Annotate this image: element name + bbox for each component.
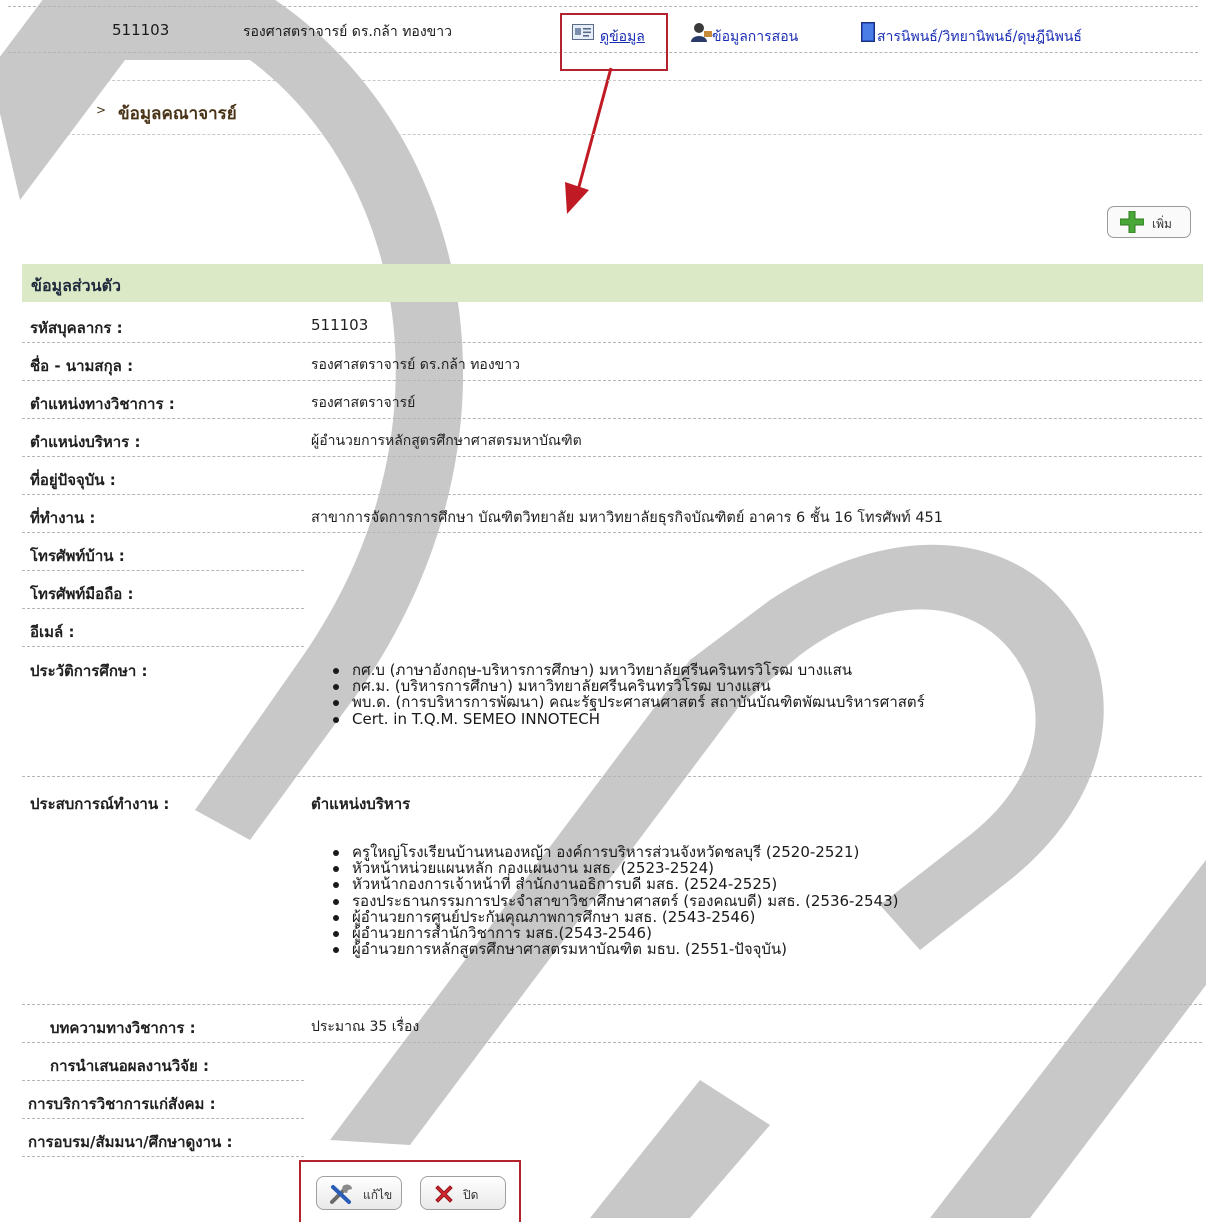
personal-info-header: ข้อมูลส่วนตัว — [22, 264, 1203, 302]
pointer-arrow — [565, 67, 613, 214]
staff-id-cell: 511103 — [112, 21, 170, 39]
list-item: Cert. in T.Q.M. SEMEO INNOTECH — [330, 710, 925, 727]
thesis-link[interactable]: สารนิพนธ์/วิทยานิพนธ์/ดุษฎีนิพนธ์ — [877, 26, 1082, 48]
teaching-info-link[interactable]: ข้อมูลการสอน — [712, 26, 798, 48]
personal-info-title: ข้อมูลส่วนตัว — [31, 276, 121, 295]
field-label: ประสบการณ์ทำงาน : — [30, 795, 170, 813]
list-item: กศ.ม. (บริหารการศึกษา) มหาวิทยาลัยศรีนคร… — [330, 678, 925, 694]
field-value: รองศาสตราจารย์ ดร.กล้า ทองขาว — [311, 357, 520, 373]
field-value: รองศาสตราจารย์ — [311, 395, 416, 411]
field-label: ชื่อ - นามสกุล : — [30, 357, 134, 375]
education-list: กศ.บ (ภาษาอังกฤษ-บริหารการศึกษา) มหาวิทย… — [330, 662, 925, 727]
staff-name-cell: รองศาสตราจารย์ ดร.กล้า ทองขาว — [243, 24, 452, 40]
field-label: การบริการวิชาการแก่สังคม : — [28, 1095, 216, 1113]
list-item: กศ.บ (ภาษาอังกฤษ-บริหารการศึกษา) มหาวิทย… — [330, 662, 925, 678]
tools-icon — [329, 1183, 355, 1209]
close-icon — [433, 1183, 455, 1209]
list-item: หัวหน้ากองการเจ้าหน้าที่ สำนักงานอธิการบ… — [330, 876, 898, 893]
teacher-icon — [690, 22, 712, 46]
field-label: ที่อยู่ปัจจุบัน : — [30, 471, 116, 489]
add-button-label: เพิ่ม — [1152, 217, 1172, 231]
list-item: ครูใหญ่โรงเรียนบ้านหนองหญ้า องค์การบริหา… — [330, 844, 898, 860]
edit-button[interactable]: แก้ไข — [316, 1176, 402, 1210]
section-arrow-icon: > — [96, 103, 107, 117]
field-label: โทรศัพท์บ้าน : — [30, 547, 125, 565]
list-item: พบ.ด. (การบริหารการพัฒนา) คณะรัฐประศาสนศ… — [330, 694, 925, 711]
field-value: 511103 — [311, 316, 369, 334]
plus-icon — [1119, 210, 1145, 237]
list-item: ผู้อำนวยการสำนักวิชาการ มสธ.(2543-2546) — [330, 925, 898, 941]
add-button[interactable]: เพิ่ม — [1107, 206, 1191, 238]
field-label: ตำแหน่งทางวิชาการ : — [30, 395, 175, 413]
field-label: ประวัติการศึกษา : — [30, 662, 148, 680]
field-value: สาขาการจัดการการศึกษา บัณฑิตวิทยาลัย มหา… — [311, 510, 944, 526]
field-label: การนำเสนอผลงานวิจัย : — [50, 1057, 209, 1075]
experience-subheading: ตำแหน่งบริหาร — [311, 795, 411, 813]
section-title: ข้อมูลคณาจารย์ — [118, 104, 237, 124]
field-label: อีเมล์ : — [30, 623, 75, 641]
close-button[interactable]: ปิด — [420, 1176, 506, 1210]
experience-list: ครูใหญ่โรงเรียนบ้านหนองหญ้า องค์การบริหา… — [330, 844, 898, 957]
field-value: ประมาณ 35 เรื่อง — [311, 1019, 420, 1035]
field-label: รหัสบุคลากร : — [30, 319, 123, 337]
field-label: โทรศัพท์มือถือ : — [30, 585, 134, 603]
field-label: ที่ทำงาน : — [30, 509, 96, 527]
list-item: หัวหน้าหน่วยแผนหลัก กองแผนงาน มสธ. (2523… — [330, 860, 898, 876]
view-link-highlight — [560, 13, 668, 71]
field-label: บทความทางวิชาการ : — [50, 1019, 196, 1037]
close-button-label: ปิด — [463, 1188, 479, 1202]
field-value: ผู้อำนวยการหลักสูตรศึกษาศาสตรมหาบัณฑิต — [311, 433, 582, 449]
list-item: รองประธานกรรมการประจำสาขาวิชาศึกษาศาสตร์… — [330, 892, 898, 909]
list-item: ผู้อำนวยการหลักสูตรศึกษาศาสตรมหาบัณฑิต ม… — [330, 941, 898, 957]
field-label: การอบรม/สัมมนา/ศึกษาดูงาน : — [28, 1133, 233, 1151]
list-item: ผู้อำนวยการศูนย์ประกันคุณภาพการศึกษา มสธ… — [330, 909, 898, 925]
field-label: ตำแหน่งบริหาร : — [30, 433, 141, 451]
edit-button-label: แก้ไข — [363, 1188, 393, 1202]
book-icon — [861, 22, 875, 46]
